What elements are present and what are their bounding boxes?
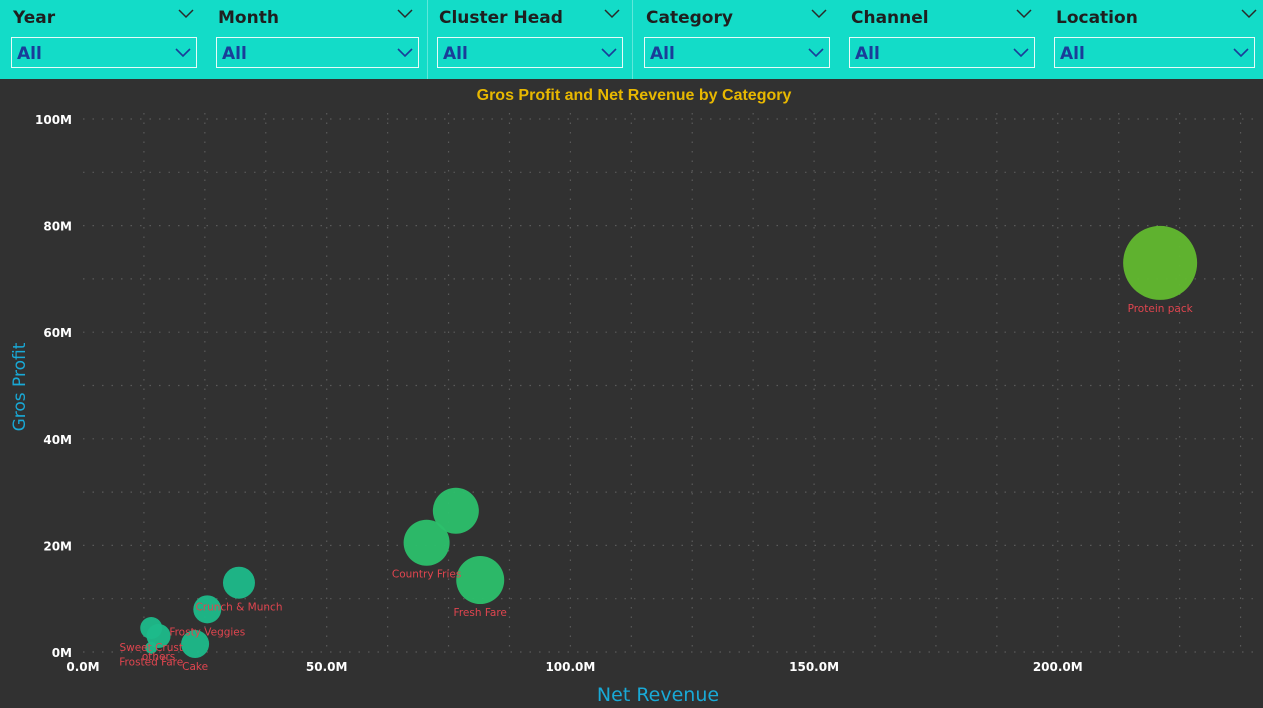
chevron-down-icon[interactable] bbox=[1015, 6, 1033, 20]
chevron-down-icon bbox=[175, 48, 191, 58]
chevron-down-icon bbox=[397, 48, 413, 58]
chart-title: Gros Profit and Net Revenue by Category bbox=[477, 87, 792, 104]
data-label: Frosted Fare bbox=[119, 657, 183, 669]
y-tick-label: 100M bbox=[35, 113, 72, 127]
data-label: Country Fries bbox=[392, 569, 462, 581]
bubble[interactable] bbox=[456, 556, 505, 605]
chevron-down-icon[interactable] bbox=[1240, 6, 1258, 20]
chevron-down-icon bbox=[1233, 48, 1249, 58]
dropdown-value: All bbox=[855, 44, 880, 64]
dropdown-value: All bbox=[443, 44, 468, 64]
bubble[interactable] bbox=[222, 566, 255, 599]
slicer-month: Month All bbox=[212, 0, 422, 79]
grid bbox=[83, 113, 1260, 653]
y-tick-label: 40M bbox=[43, 433, 72, 447]
y-tick-label: 60M bbox=[43, 326, 72, 340]
slicer-title: Channel bbox=[851, 8, 929, 28]
dropdown-value: All bbox=[17, 44, 42, 64]
data-label: Protein pack bbox=[1128, 303, 1194, 315]
data-label: Crunch & Munch bbox=[195, 602, 282, 614]
slicer-category: Category All bbox=[640, 0, 832, 79]
x-tick-label: 200.0M bbox=[1033, 660, 1083, 674]
bubble[interactable] bbox=[1123, 225, 1198, 300]
filter-bar: Year All Month All Cluster Head All Cate… bbox=[0, 0, 1263, 79]
channel-dropdown[interactable]: All bbox=[849, 37, 1035, 68]
x-axis-title: Net Revenue bbox=[597, 684, 719, 706]
cluster-head-dropdown[interactable]: All bbox=[437, 37, 623, 68]
divider bbox=[632, 0, 633, 79]
y-tick-label: 0M bbox=[52, 646, 72, 660]
category-dropdown[interactable]: All bbox=[644, 37, 830, 68]
scatter-chart: Gros Profit and Net Revenue by Category … bbox=[10, 87, 1260, 706]
x-tick-label: 0.0M bbox=[66, 660, 99, 674]
data-label: Cake bbox=[182, 661, 208, 673]
bubble[interactable] bbox=[140, 617, 163, 640]
chevron-down-icon bbox=[1013, 48, 1029, 58]
x-tick-label: 100.0M bbox=[545, 660, 595, 674]
x-tick-label: 50.0M bbox=[306, 660, 348, 674]
bubble[interactable] bbox=[403, 519, 450, 566]
slicer-title: Location bbox=[1056, 8, 1138, 28]
chevron-down-icon[interactable] bbox=[603, 6, 621, 20]
y-axis-ticks: 0M 20M 40M 60M 80M 100M bbox=[35, 113, 72, 660]
location-dropdown[interactable]: All bbox=[1054, 37, 1255, 68]
dropdown-value: All bbox=[1060, 44, 1085, 64]
y-tick-label: 20M bbox=[43, 539, 72, 553]
slicer-title: Month bbox=[218, 8, 279, 28]
slicer-title: Category bbox=[646, 8, 733, 28]
x-axis-ticks: 0.0M 50.0M 100.0M 150.0M 200.0M bbox=[66, 660, 1082, 674]
chevron-down-icon[interactable] bbox=[396, 6, 414, 20]
chevron-down-icon bbox=[601, 48, 617, 58]
chevron-down-icon bbox=[808, 48, 824, 58]
slicer-title: Cluster Head bbox=[439, 8, 563, 28]
month-dropdown[interactable]: All bbox=[216, 37, 419, 68]
year-dropdown[interactable]: All bbox=[11, 37, 197, 68]
data-label: Frosty Veggies bbox=[169, 626, 245, 638]
dropdown-value: All bbox=[222, 44, 247, 64]
data-labels: Protein pack Country Fries Fresh Fare Crunc… bbox=[119, 303, 1193, 673]
slicer-location: Location All bbox=[1050, 0, 1260, 79]
slicer-cluster-head: Cluster Head All bbox=[433, 0, 627, 79]
data-label: Fresh Fare bbox=[454, 607, 507, 619]
x-tick-label: 150.0M bbox=[789, 660, 839, 674]
slicer-year: Year All bbox=[7, 0, 197, 79]
divider bbox=[427, 0, 428, 79]
slicer-channel: Channel All bbox=[845, 0, 1037, 79]
chevron-down-icon[interactable] bbox=[810, 6, 828, 20]
bubbles bbox=[140, 225, 1198, 659]
chevron-down-icon[interactable] bbox=[177, 6, 195, 20]
slicer-title: Year bbox=[13, 8, 56, 28]
dropdown-value: All bbox=[650, 44, 675, 64]
y-tick-label: 80M bbox=[43, 220, 72, 234]
y-axis-title: Gros Profit bbox=[10, 342, 30, 431]
